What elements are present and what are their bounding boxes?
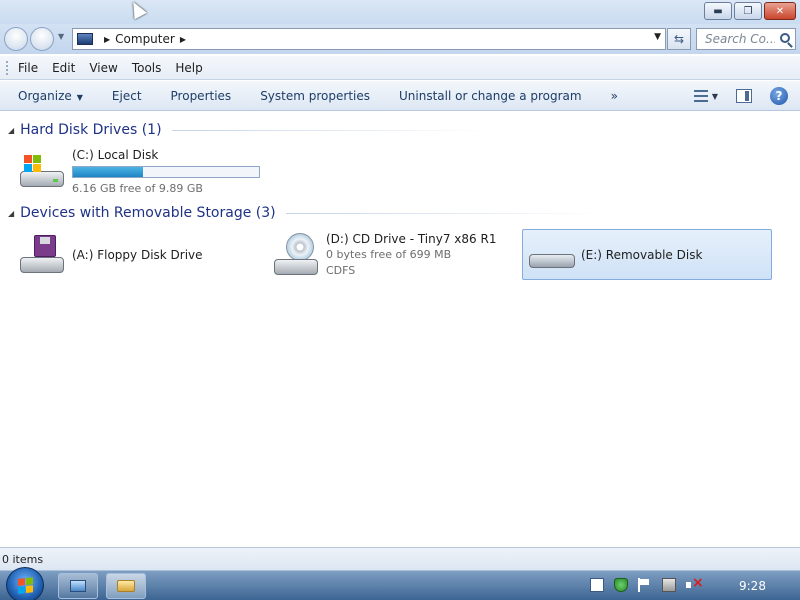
- organize-label: Organize: [18, 88, 72, 103]
- system-properties-button[interactable]: System properties: [260, 89, 370, 103]
- drive-tile-a[interactable]: (A:) Floppy Disk Drive: [18, 230, 258, 280]
- window-controls: ▬ ❐ ✕: [704, 2, 796, 20]
- cd-drive-icon: [272, 233, 320, 277]
- breadcrumb-computer[interactable]: Computer: [115, 32, 175, 46]
- drive-filesystem: CDFS: [326, 264, 356, 277]
- command-bar: Organize ▼ Eject Properties System proper…: [0, 81, 800, 111]
- notification-area: [590, 575, 704, 592]
- group-divider: [171, 129, 492, 131]
- drive-tile-d[interactable]: (D:) CD Drive - Tiny7 x86 R1 0 bytes fre…: [272, 230, 512, 280]
- start-button[interactable]: [6, 567, 44, 600]
- removable-disk-icon: [527, 238, 575, 272]
- search-box[interactable]: [696, 28, 796, 50]
- taskbar-show-desktop-button[interactable]: [58, 573, 98, 599]
- menu-help[interactable]: Help: [175, 61, 202, 75]
- organize-button[interactable]: Organize ▼: [18, 89, 83, 103]
- forward-button[interactable]: [30, 27, 54, 51]
- group-header-hard-disks[interactable]: ◢ Hard Disk Drives (1): [8, 122, 492, 138]
- floppy-drive-icon: [18, 235, 66, 275]
- drive-name: (C:) Local Disk: [72, 148, 159, 162]
- taskbar: 9:28: [0, 567, 800, 600]
- close-button[interactable]: ✕: [764, 2, 796, 20]
- document-icon[interactable]: [590, 578, 604, 592]
- drive-name: (E:) Removable Disk: [581, 247, 703, 262]
- drive-free-space: 0 bytes free of 699 MB: [326, 248, 452, 261]
- change-view-icon[interactable]: [693, 89, 708, 103]
- windows-logo-icon: [18, 577, 34, 595]
- breadcrumb-chevron-right-icon[interactable]: ▶: [180, 35, 186, 44]
- preview-pane-icon[interactable]: [736, 89, 752, 103]
- volume-muted-icon[interactable]: [686, 575, 704, 592]
- menu-tools[interactable]: Tools: [132, 61, 162, 75]
- maximize-button[interactable]: ❐: [734, 2, 762, 20]
- drive-name: (A:) Floppy Disk Drive: [72, 248, 203, 262]
- address-bar[interactable]: ▶ Computer ▶ ▼: [72, 28, 666, 50]
- drive-tile-c[interactable]: (C:) Local Disk 6.16 GB free of 9.89 GB: [18, 148, 268, 196]
- search-icon[interactable]: [780, 33, 790, 43]
- collapse-triangle-icon[interactable]: ◢: [8, 126, 14, 135]
- address-row: ▼ ▶ Computer ▶ ▼ ⇆: [0, 24, 800, 54]
- group-title: Devices with Removable Storage (3): [20, 205, 276, 221]
- item-count: 0 items: [2, 552, 44, 566]
- desktop-icon: [70, 580, 86, 592]
- status-bar: 0 items: [0, 547, 800, 570]
- menu-grip: [6, 61, 8, 75]
- help-icon[interactable]: ?: [770, 87, 788, 105]
- menu-view[interactable]: View: [89, 61, 117, 75]
- drive-name: (D:) CD Drive - Tiny7 x86 R1: [326, 232, 497, 246]
- chevron-down-icon: ▼: [76, 92, 83, 102]
- breadcrumb-chevron-right-icon[interactable]: ▶: [104, 35, 110, 44]
- network-icon[interactable]: [662, 578, 676, 592]
- explorer-folder-icon: [117, 580, 135, 592]
- properties-button[interactable]: Properties: [171, 89, 232, 103]
- taskbar-explorer-button[interactable]: [106, 573, 146, 599]
- refresh-button[interactable]: ⇆: [667, 28, 691, 50]
- view-controls: ▼ ?: [693, 87, 788, 105]
- group-header-removable[interactable]: ◢ Devices with Removable Storage (3): [8, 205, 606, 221]
- title-bar: ▬ ❐ ✕: [0, 0, 800, 24]
- capacity-fill: [73, 167, 144, 177]
- clock[interactable]: 9:28: [739, 579, 766, 593]
- group-title: Hard Disk Drives (1): [20, 122, 162, 138]
- drive-free-space: 6.16 GB free of 9.89 GB: [72, 182, 203, 195]
- menu-bar: File Edit View Tools Help: [0, 56, 800, 80]
- capacity-bar: [72, 166, 260, 178]
- uninstall-program-button[interactable]: Uninstall or change a program: [399, 89, 582, 103]
- file-list-area[interactable]: ◢ Hard Disk Drives (1) (C:) Local Disk 6…: [0, 112, 800, 547]
- address-history-chevron-down-icon[interactable]: ▼: [654, 32, 661, 42]
- more-commands-button[interactable]: »: [611, 89, 618, 103]
- security-shield-icon[interactable]: [614, 578, 628, 592]
- computer-icon: [77, 33, 93, 45]
- action-center-flag-icon[interactable]: [638, 578, 652, 592]
- group-divider: [285, 212, 606, 214]
- windows-hard-disk-icon: [18, 155, 66, 189]
- recent-pages-chevron-down-icon[interactable]: ▼: [58, 32, 64, 41]
- menu-edit[interactable]: Edit: [52, 61, 75, 75]
- view-options-chevron-down-icon[interactable]: ▼: [712, 92, 718, 101]
- search-input[interactable]: [705, 32, 775, 46]
- menu-file[interactable]: File: [18, 61, 38, 75]
- minimize-button[interactable]: ▬: [704, 2, 732, 20]
- back-button[interactable]: [4, 27, 28, 51]
- drive-tile-e[interactable]: (E:) Removable Disk: [522, 229, 772, 280]
- eject-button[interactable]: Eject: [112, 89, 142, 103]
- collapse-triangle-icon[interactable]: ◢: [8, 209, 14, 218]
